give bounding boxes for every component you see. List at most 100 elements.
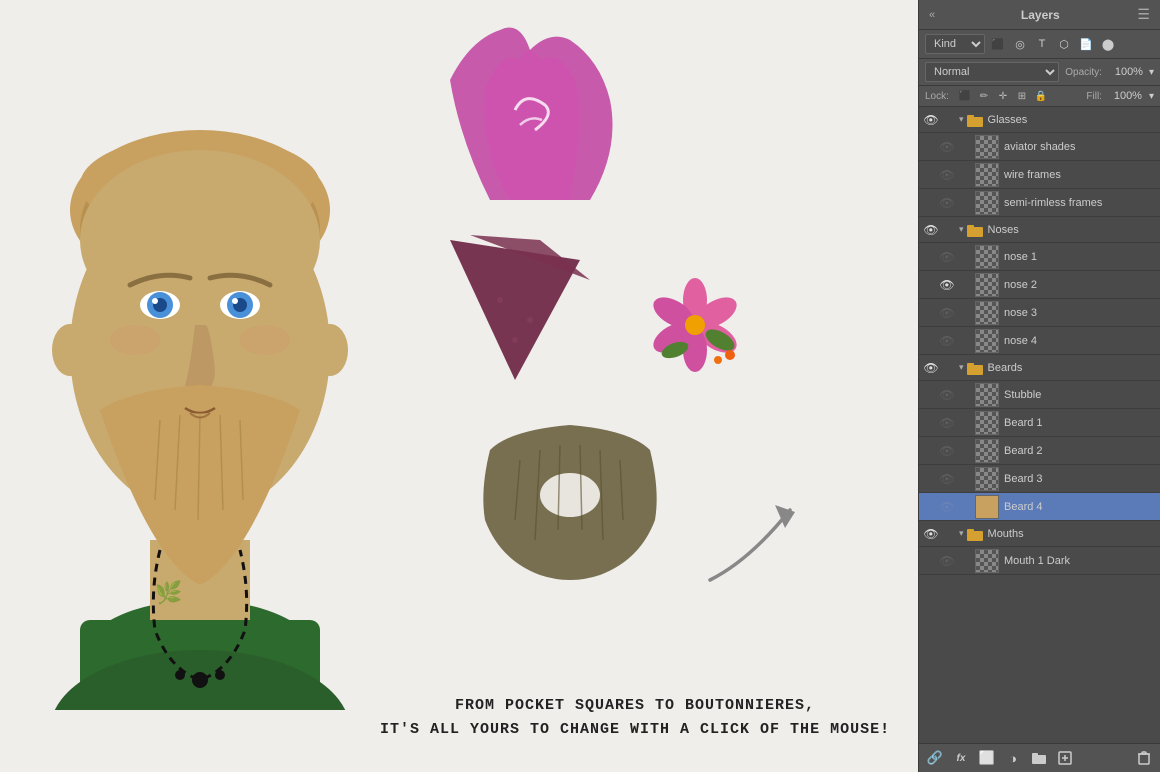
layer-beard2-name: Beard 2 bbox=[1004, 445, 1156, 457]
checkbox-beard4[interactable] bbox=[957, 499, 973, 515]
eye-beard1[interactable]: 👁 bbox=[939, 415, 955, 431]
layer-beard3-name: Beard 3 bbox=[1004, 473, 1156, 485]
adjustment-layer-button[interactable]: ◑ bbox=[1003, 748, 1023, 768]
chevron-mouths[interactable]: ▾ bbox=[959, 528, 964, 539]
eye-noses[interactable]: 👁 bbox=[923, 222, 939, 238]
fill-arrow[interactable]: ▾ bbox=[1149, 91, 1154, 102]
checkbox-nose1[interactable] bbox=[957, 249, 973, 265]
checkbox-beard3[interactable] bbox=[957, 471, 973, 487]
new-group-button[interactable] bbox=[1029, 748, 1049, 768]
thumb-wire bbox=[975, 163, 999, 187]
eye-semi[interactable]: 👁 bbox=[939, 195, 955, 211]
eye-mouth1dark[interactable]: 👁 bbox=[939, 553, 955, 569]
layer-aviator-name: aviator shades bbox=[1004, 141, 1156, 153]
adjustment-icon[interactable]: ◎ bbox=[1011, 35, 1029, 53]
opacity-value: 100% bbox=[1108, 66, 1143, 78]
mask-button[interactable]: ⬜ bbox=[977, 748, 997, 768]
fx-button[interactable]: fx bbox=[951, 748, 971, 768]
checkbox-stubble[interactable] bbox=[957, 387, 973, 403]
chevron-noses[interactable]: ▾ bbox=[959, 224, 964, 235]
layer-stubble[interactable]: 👁 Stubble bbox=[919, 381, 1160, 409]
group-glasses-label: Glasses bbox=[988, 114, 1156, 126]
chevron-glasses[interactable]: ▾ bbox=[959, 114, 964, 125]
new-layer-button[interactable] bbox=[1055, 748, 1075, 768]
eye-beard4[interactable]: 👁 bbox=[939, 499, 955, 515]
eye-wire[interactable]: 👁 bbox=[939, 167, 955, 183]
layer-wire-name: wire frames bbox=[1004, 169, 1156, 181]
checkbox-nose3[interactable] bbox=[957, 305, 973, 321]
link-button[interactable]: 🔗 bbox=[925, 748, 945, 768]
lock-all-icon[interactable]: 🔒 bbox=[1034, 89, 1048, 103]
opacity-arrow[interactable]: ▾ bbox=[1149, 67, 1154, 78]
eye-mouths[interactable]: 👁 bbox=[923, 526, 939, 542]
group-glasses[interactable]: 👁 ▾ Glasses bbox=[919, 107, 1160, 133]
checkbox-mouth1dark[interactable] bbox=[957, 553, 973, 569]
pocket-square-illustration bbox=[440, 230, 590, 390]
shape-icon[interactable]: ⬡ bbox=[1055, 35, 1073, 53]
dot-icon[interactable]: ⬤ bbox=[1099, 35, 1117, 53]
thumb-semi bbox=[975, 191, 999, 215]
eye-nose4[interactable]: 👁 bbox=[939, 333, 955, 349]
lock-pixel-icon[interactable]: ⬛ bbox=[958, 89, 972, 103]
checkbox-mouths[interactable] bbox=[941, 526, 957, 542]
kind-toolbar: Kind ⬛ ◎ T ⬡ 📄 ⬤ bbox=[919, 30, 1160, 59]
checkbox-semi[interactable] bbox=[957, 195, 973, 211]
layer-beard4-name: Beard 4 bbox=[1004, 501, 1156, 513]
eye-beard2[interactable]: 👁 bbox=[939, 443, 955, 459]
hair-illustration bbox=[430, 20, 630, 240]
layer-beard1[interactable]: 👁 Beard 1 bbox=[919, 409, 1160, 437]
type-icon[interactable]: T bbox=[1033, 35, 1051, 53]
collapse-icons[interactable]: « bbox=[929, 9, 935, 21]
layer-wire-frames[interactable]: 👁 wire frames bbox=[919, 161, 1160, 189]
pixel-icon[interactable]: ⬛ bbox=[989, 35, 1007, 53]
group-noses[interactable]: 👁 ▾ Noses bbox=[919, 217, 1160, 243]
layer-nose4[interactable]: 👁 nose 4 bbox=[919, 327, 1160, 355]
eye-stubble[interactable]: 👁 bbox=[939, 387, 955, 403]
group-beards[interactable]: 👁 ▾ Beards bbox=[919, 355, 1160, 381]
smart-icon[interactable]: 📄 bbox=[1077, 35, 1095, 53]
layer-aviator-shades[interactable]: 👁 aviator shades bbox=[919, 133, 1160, 161]
lock-artboard-icon[interactable]: ⊞ bbox=[1015, 89, 1029, 103]
chevron-beards[interactable]: ▾ bbox=[959, 362, 964, 373]
checkbox-nose4[interactable] bbox=[957, 333, 973, 349]
checkbox-nose2[interactable] bbox=[957, 277, 973, 293]
thumb-nose3 bbox=[975, 301, 999, 325]
checkbox-beard2[interactable] bbox=[957, 443, 973, 459]
kind-select[interactable]: Kind bbox=[925, 34, 985, 54]
layer-nose1[interactable]: 👁 nose 1 bbox=[919, 243, 1160, 271]
panel-menu-button[interactable]: ☰ bbox=[1137, 6, 1150, 23]
blend-mode-select[interactable]: Normal bbox=[925, 62, 1059, 82]
lock-position-icon[interactable]: ✏ bbox=[977, 89, 991, 103]
eye-nose3[interactable]: 👁 bbox=[939, 305, 955, 321]
layer-semi-rimless[interactable]: 👁 semi-rimless frames bbox=[919, 189, 1160, 217]
thumb-nose2 bbox=[975, 273, 999, 297]
layer-mouth1dark[interactable]: 👁 Mouth 1 Dark bbox=[919, 547, 1160, 575]
layer-beard2[interactable]: 👁 Beard 2 bbox=[919, 437, 1160, 465]
thumb-mouth1dark bbox=[975, 549, 999, 573]
eye-beards[interactable]: 👁 bbox=[923, 360, 939, 376]
eye-nose2[interactable]: 👁 bbox=[939, 277, 955, 293]
thumb-beard4 bbox=[975, 495, 999, 519]
checkbox-glasses[interactable] bbox=[941, 112, 957, 128]
eye-beard3[interactable]: 👁 bbox=[939, 471, 955, 487]
layers-list: 👁 ▾ Glasses 👁 aviator shades 👁 wire fram… bbox=[919, 107, 1160, 743]
checkbox-aviator[interactable] bbox=[957, 139, 973, 155]
checkbox-beard1[interactable] bbox=[957, 415, 973, 431]
checkbox-beards[interactable] bbox=[941, 360, 957, 376]
checkbox-wire[interactable] bbox=[957, 167, 973, 183]
layer-nose2[interactable]: 👁 nose 2 bbox=[919, 271, 1160, 299]
thumb-stubble bbox=[975, 383, 999, 407]
layer-beard4[interactable]: 👁 Beard 4 bbox=[919, 493, 1160, 521]
folder-icon-glasses bbox=[966, 111, 984, 129]
eye-glasses[interactable]: 👁 bbox=[923, 112, 939, 128]
group-mouths[interactable]: 👁 ▾ Mouths bbox=[919, 521, 1160, 547]
layer-beard1-name: Beard 1 bbox=[1004, 417, 1156, 429]
eye-nose1[interactable]: 👁 bbox=[939, 249, 955, 265]
eye-aviator[interactable]: 👁 bbox=[939, 139, 955, 155]
delete-layer-button[interactable] bbox=[1134, 748, 1154, 768]
lock-move-icon[interactable]: ✛ bbox=[996, 89, 1010, 103]
layer-beard3[interactable]: 👁 Beard 3 bbox=[919, 465, 1160, 493]
checkbox-noses[interactable] bbox=[941, 222, 957, 238]
layers-panel: « Layers ☰ Kind ⬛ ◎ T ⬡ 📄 ⬤ Normal Opaci… bbox=[918, 0, 1160, 772]
layer-nose3[interactable]: 👁 nose 3 bbox=[919, 299, 1160, 327]
